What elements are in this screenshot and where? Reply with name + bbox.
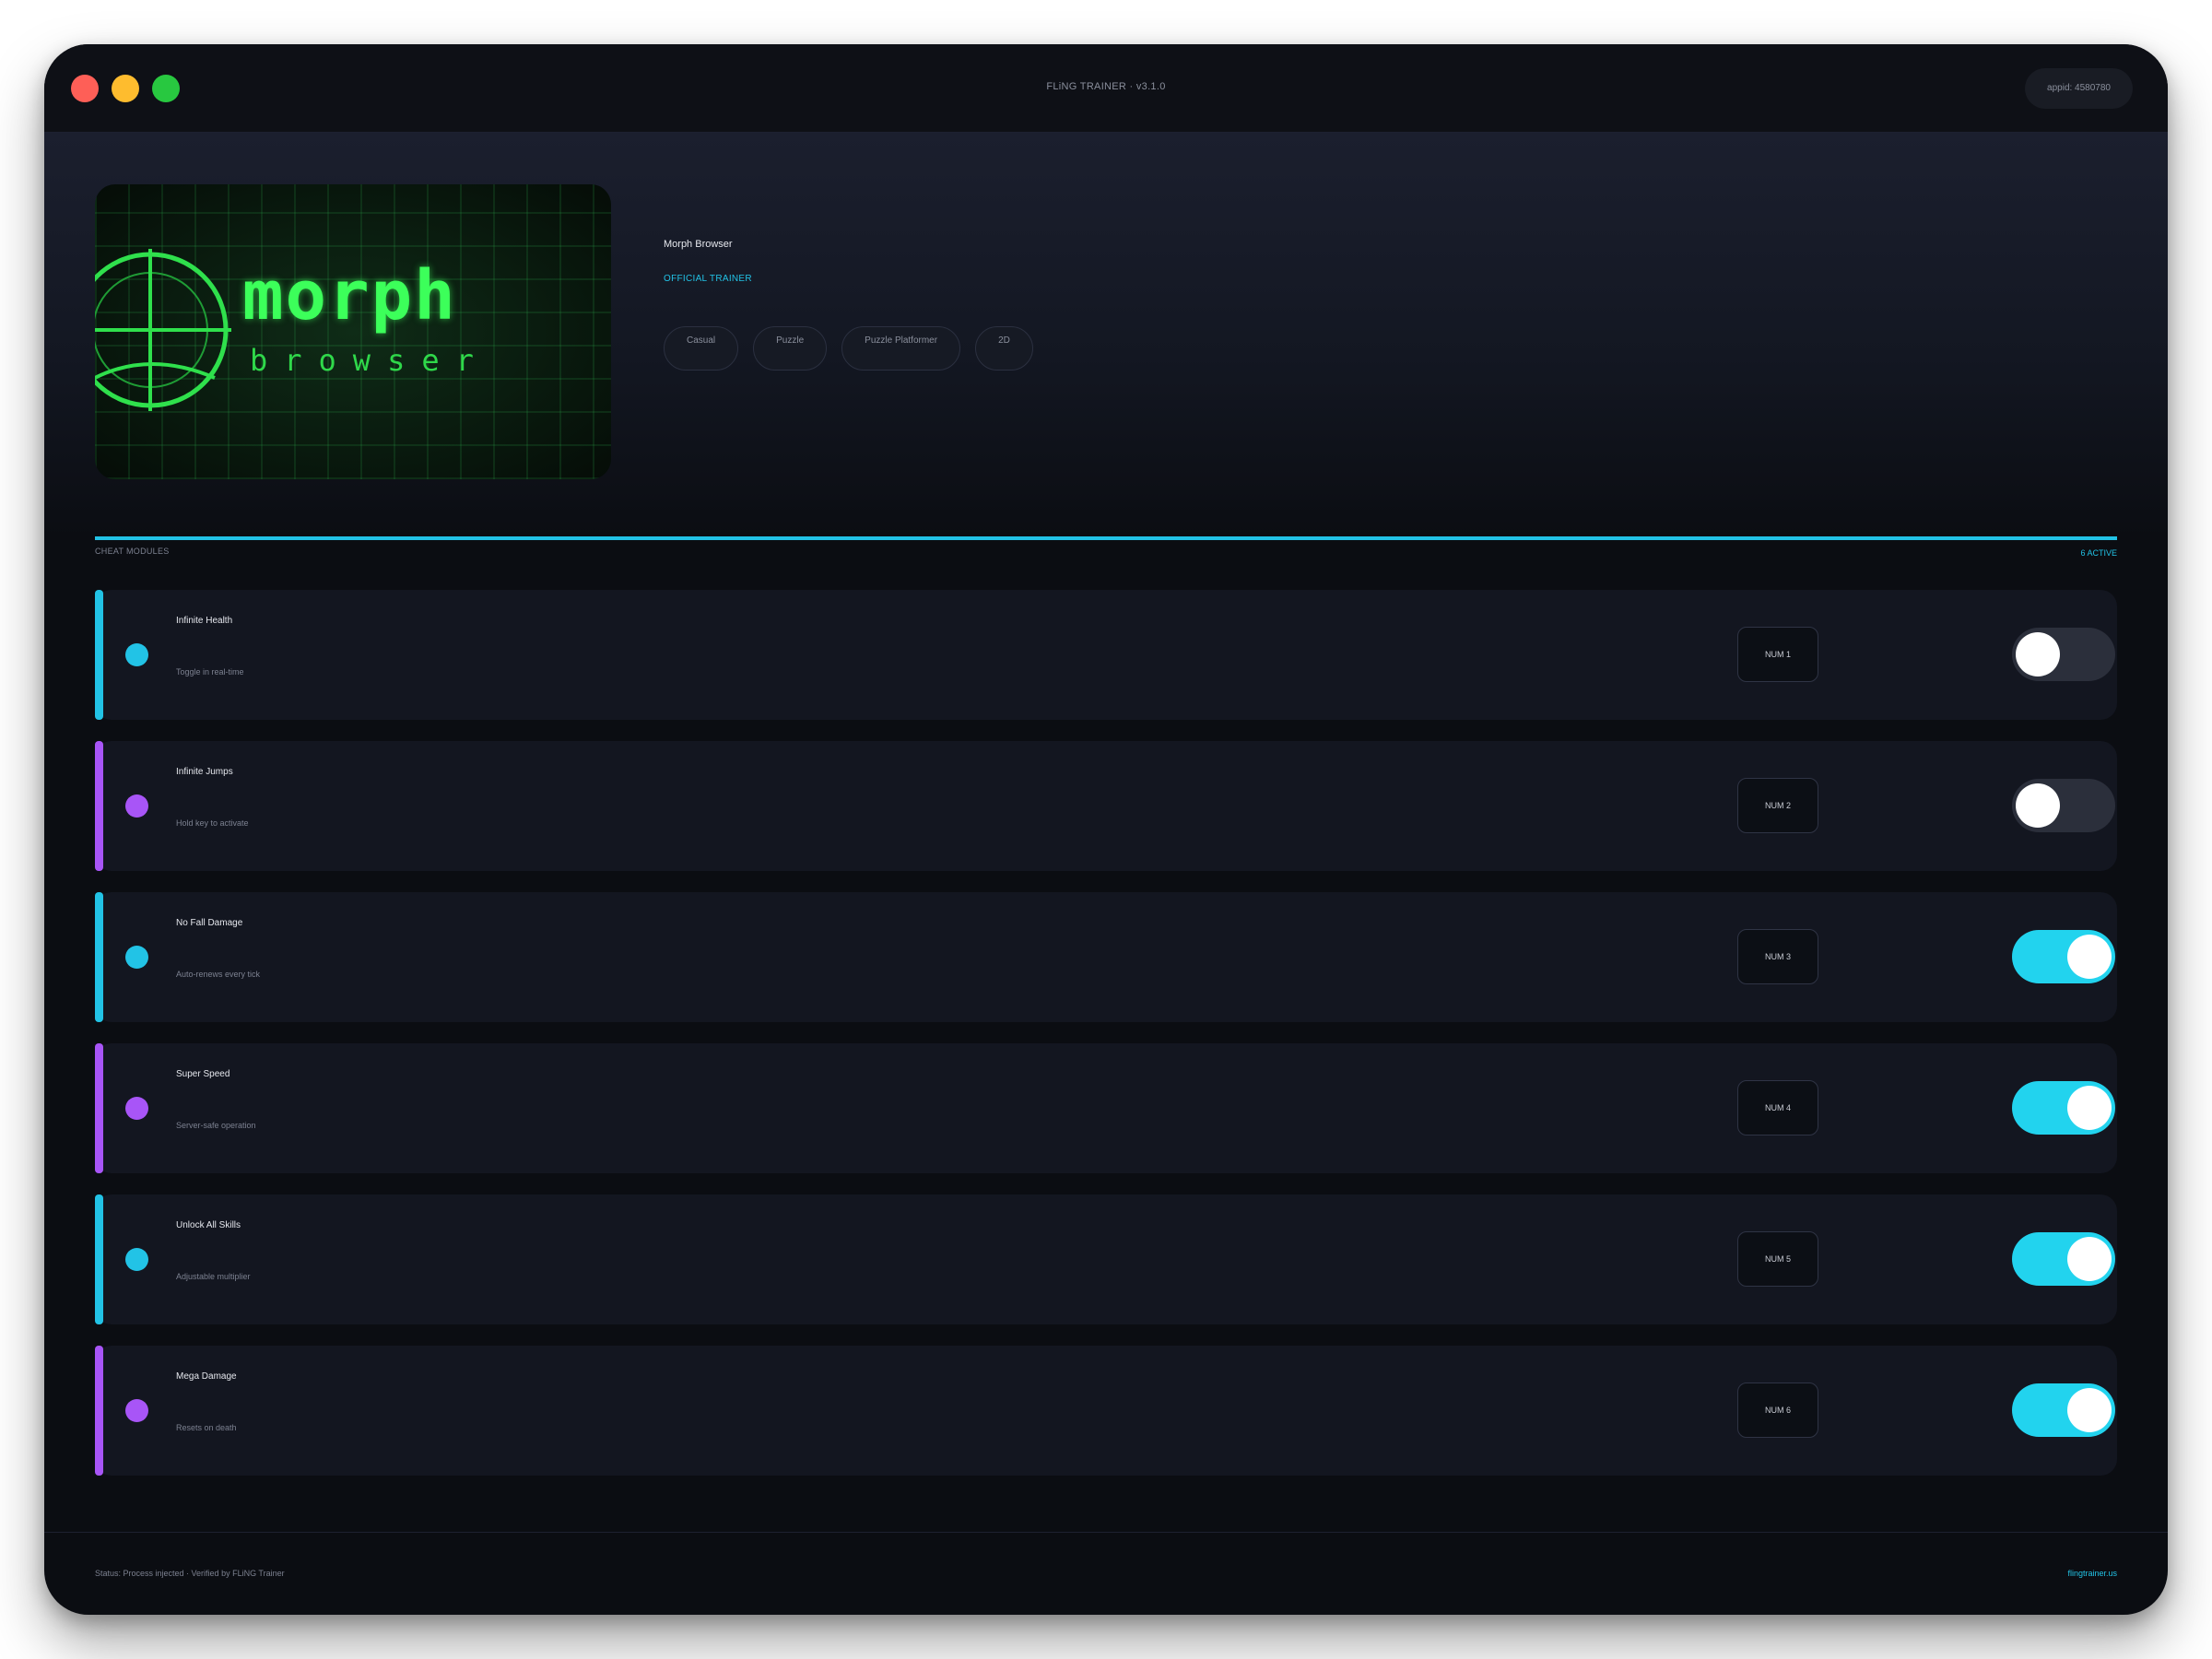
trainer-window: FLiNG TRAINER · v3.1.0 appid: 4580780 mo… — [44, 44, 2168, 1615]
cheat-row-super-speed: Super Speed Server-safe operation NUM 4 — [95, 1043, 2117, 1173]
cheat-name: Infinite Jumps — [176, 767, 233, 777]
window-title: FLiNG TRAINER · v3.1.0 — [1046, 81, 1166, 92]
toggle-knob — [2067, 935, 2112, 979]
cover-logo-text: morph — [242, 256, 457, 335]
cheat-description: Auto-renews every tick — [176, 970, 261, 979]
cover-logo-subtext: browser — [250, 343, 490, 378]
official-trainer-badge: OFFICIAL TRAINER — [664, 274, 752, 284]
game-title: Morph Browser — [664, 239, 733, 250]
status-dot — [125, 1248, 148, 1271]
cheat-toggle[interactable] — [2012, 1081, 2115, 1135]
game-header: morph browser Morph Browser OFFICIAL TRA… — [44, 133, 2168, 538]
cheat-toggle[interactable] — [2012, 779, 2115, 832]
cheat-description: Hold key to activate — [176, 818, 249, 828]
toggle-knob — [2016, 632, 2060, 677]
status-dot — [125, 946, 148, 969]
hotkey-button[interactable]: NUM 2 — [1737, 778, 1818, 833]
status-dot — [125, 794, 148, 818]
hotkey-button[interactable]: NUM 1 — [1737, 627, 1818, 682]
cheat-description: Adjustable multiplier — [176, 1272, 251, 1281]
cheat-toggle[interactable] — [2012, 930, 2115, 983]
cheat-toggle[interactable] — [2012, 1383, 2115, 1437]
title-bar: FLiNG TRAINER · v3.1.0 appid: 4580780 — [44, 44, 2168, 133]
tag-puzzle[interactable]: Puzzle — [753, 326, 828, 371]
cheat-name: Super Speed — [176, 1069, 230, 1079]
cheat-row-no-fall-damage: No Fall Damage Auto-renews every tick NU… — [95, 892, 2117, 1022]
hotkey-button[interactable]: NUM 4 — [1737, 1080, 1818, 1135]
cheat-name: Infinite Health — [176, 616, 233, 626]
footer-divider — [44, 1532, 2168, 1533]
cheat-name: Mega Damage — [176, 1371, 237, 1382]
cheat-description: Resets on death — [176, 1423, 237, 1432]
row-accent-bar — [95, 741, 103, 871]
cheat-name: No Fall Damage — [176, 918, 243, 928]
genre-tags: Casual Puzzle Puzzle Platformer 2D — [664, 326, 1033, 371]
status-text: Status: Process injected · Verified by F… — [95, 1569, 285, 1578]
cheat-row-unlock-all-skills: Unlock All Skills Adjustable multiplier … — [95, 1194, 2117, 1324]
status-dot — [125, 643, 148, 666]
status-dot — [125, 1399, 148, 1422]
active-count: 6 ACTIVE — [2080, 548, 2117, 558]
cheat-list: Infinite Health Toggle in real-time NUM … — [95, 590, 2117, 1497]
hotkey-button[interactable]: NUM 6 — [1737, 1382, 1818, 1438]
website-link[interactable]: flingtrainer.us — [2067, 1569, 2117, 1578]
row-accent-bar — [95, 590, 103, 720]
status-dot — [125, 1097, 148, 1120]
toggle-knob — [2016, 783, 2060, 828]
row-accent-bar — [95, 892, 103, 1022]
cheat-name: Unlock All Skills — [176, 1220, 241, 1230]
row-accent-bar — [95, 1346, 103, 1476]
cheat-description: Toggle in real-time — [176, 667, 244, 677]
tag-2d[interactable]: 2D — [975, 326, 1033, 371]
cheat-row-mega-damage: Mega Damage Resets on death NUM 6 — [95, 1346, 2117, 1476]
toggle-knob — [2067, 1237, 2112, 1281]
game-cover-image: morph browser — [95, 184, 611, 479]
section-divider — [95, 536, 2117, 540]
cheat-toggle[interactable] — [2012, 1232, 2115, 1286]
hotkey-button[interactable]: NUM 5 — [1737, 1231, 1818, 1287]
tag-puzzle-platformer[interactable]: Puzzle Platformer — [841, 326, 961, 371]
tag-casual[interactable]: Casual — [664, 326, 739, 371]
appid-badge: appid: 4580780 — [2025, 68, 2133, 109]
row-accent-bar — [95, 1043, 103, 1173]
cheat-row-infinite-health: Infinite Health Toggle in real-time NUM … — [95, 590, 2117, 720]
cheat-toggle[interactable] — [2012, 628, 2115, 681]
cheat-description: Server-safe operation — [176, 1121, 256, 1130]
cheat-row-infinite-jumps: Infinite Jumps Hold key to activate NUM … — [95, 741, 2117, 871]
section-label: CHEAT MODULES — [95, 547, 170, 556]
hotkey-button[interactable]: NUM 3 — [1737, 929, 1818, 984]
row-accent-bar — [95, 1194, 103, 1324]
toggle-knob — [2067, 1086, 2112, 1130]
toggle-knob — [2067, 1388, 2112, 1432]
